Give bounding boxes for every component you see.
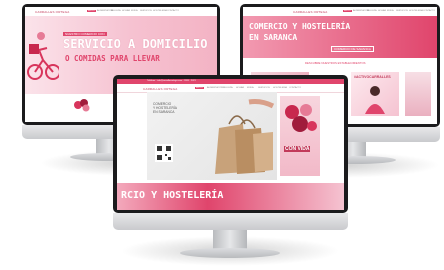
center-footer-banner: RCIO Y HOSTELERÍA: [117, 183, 344, 210]
right-nav-contacto[interactable]: CONTACTO: [423, 10, 435, 12]
right-logo[interactable]: CARRALLES ORTEGA: [293, 10, 328, 14]
left-hero-headline: SERVICIO A DOMICILIO: [63, 37, 208, 51]
right-hero-tag[interactable]: COMERCIO DE SARANCA: [331, 46, 374, 52]
right-nav-servicios[interactable]: SERVICIOS: [396, 10, 408, 12]
center-nav-belleza[interactable]: BELLEZA: [223, 87, 233, 89]
center-footer-text: RCIO Y HOSTELERÍA: [121, 190, 224, 201]
center-topbar-text: Teléfono · info@carrallesortega.com · 20…: [147, 80, 196, 82]
center-nav-moda[interactable]: MODA: [247, 87, 254, 89]
left-nav-inicio[interactable]: INICIO: [87, 10, 96, 12]
left-nav-belleza[interactable]: BELLEZA: [111, 10, 121, 12]
qr-code-icon: [155, 144, 173, 162]
right-hero-headline-2: EN SARANCA: [249, 33, 298, 42]
right-promo-card: #ACTIVOCARRALLES: [351, 72, 399, 116]
right-section-label: DESCUBRE NUESTROS ESTABLECIMIENTOS: [305, 61, 366, 65]
left-nav-hosteleria[interactable]: HOSTELERÍA: [153, 10, 167, 12]
center-promo-text: COMERCIO Y HOSTELERÍA EN SARANCA: [153, 102, 177, 115]
center-promo-line-3: EN SARANCA: [153, 110, 175, 115]
right-nav-hosteleria[interactable]: HOSTELERÍA: [409, 10, 423, 12]
woman-illustration: [365, 86, 385, 114]
left-nav-moda[interactable]: MODA: [131, 10, 138, 12]
left-hero-kicker: NUESTRO COMERCIO CON: [63, 32, 107, 36]
center-nav-contacto[interactable]: CONTACTO: [289, 87, 301, 89]
center-monitor-chin: [113, 213, 348, 230]
center-nav-servicios[interactable]: SERVICIOS: [258, 87, 270, 89]
center-monitor-base: [180, 248, 280, 258]
right-nav-moda[interactable]: MODA: [387, 10, 394, 12]
center-nav-alimentacion[interactable]: ALIMENTACIÓN: [207, 87, 223, 89]
right-hero: COMERCIO Y HOSTELERÍA EN SARANCA COMERCI…: [243, 16, 437, 58]
center-hero: COMERCIO Y HOSTELERÍA EN SARANCA: [147, 92, 277, 180]
left-logo[interactable]: CARRALLES ORTEGA: [35, 10, 70, 14]
center-nav-inicio[interactable]: INICIO: [195, 87, 204, 89]
right-nav-belleza[interactable]: BELLEZA: [367, 10, 377, 12]
right-side-image: [405, 72, 431, 116]
left-nav-contacto[interactable]: CONTACTO: [167, 10, 179, 12]
center-logo[interactable]: CARRALLES ORTEGA: [143, 87, 178, 91]
left-nav-servicios[interactable]: SERVICIOS: [140, 10, 152, 12]
flowers-illustration: [285, 104, 317, 132]
center-art-panel: CON VIDA: [280, 96, 320, 176]
right-nav-inicio[interactable]: INICIO: [343, 10, 352, 12]
shopping-bags-photo: [215, 99, 275, 174]
right-nav-hogar[interactable]: HOGAR: [378, 10, 386, 12]
left-nav-hogar[interactable]: HOGAR: [122, 10, 130, 12]
cyclist-illustration: [27, 32, 59, 80]
right-badge: #ACTIVOCARRALLES: [354, 75, 391, 79]
center-nav-hogar[interactable]: HOGAR: [236, 87, 244, 89]
center-art-text: CON VIDA: [284, 146, 311, 152]
left-hero-subline: O COMIDAS PARA LLEVAR: [65, 54, 160, 63]
bouquet-image: [74, 99, 90, 112]
right-hero-headline-1: COMERCIO Y HOSTELERÍA: [249, 22, 351, 31]
center-nav-hosteleria[interactable]: HOSTELERÍA: [273, 87, 287, 89]
center-screen: Teléfono · info@carrallesortega.com · 20…: [117, 79, 344, 210]
